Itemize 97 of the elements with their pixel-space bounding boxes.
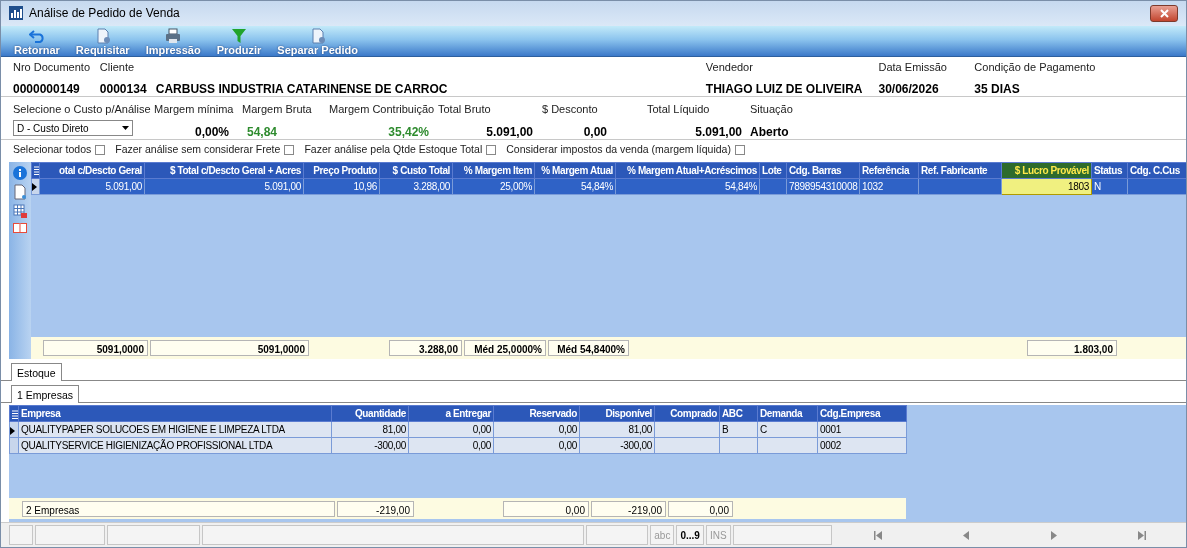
first-record-icon[interactable] xyxy=(874,530,883,540)
column-header[interactable]: % Margem Atual xyxy=(534,162,616,179)
column-header[interactable]: Quantidade xyxy=(331,405,409,422)
column-menu-icon[interactable] xyxy=(12,409,18,420)
column-header[interactable]: Cdg.Empresa xyxy=(817,405,907,422)
column-header[interactable]: Cdg. C.Cus xyxy=(1127,162,1186,179)
column-header[interactable]: Lote xyxy=(759,162,787,179)
column-header[interactable]: Reservado xyxy=(493,405,580,422)
column-header[interactable]: ABC xyxy=(719,405,758,422)
column-header[interactable]: otal c/Descto Geral xyxy=(39,162,145,179)
document-icon[interactable] xyxy=(13,183,27,200)
column-header[interactable]: Cdg. Barras xyxy=(786,162,860,179)
next-record-icon[interactable] xyxy=(1050,530,1059,540)
total-field: 1.803,00 xyxy=(1027,340,1117,357)
field-value: THIAGO LUIZ DE OLIVEIRA xyxy=(705,81,864,99)
total-field: Méd 25,0000% xyxy=(464,340,546,357)
total-field: 5091,0000 xyxy=(43,340,148,357)
field-value: 30/06/2026 xyxy=(878,81,940,99)
field-label: Condição de Pagamento xyxy=(974,59,1097,75)
field-label: Nro Documento xyxy=(13,59,92,75)
checkbox-label: Fazer análise sem considerar Frete xyxy=(115,142,281,158)
total-field: -219,00 xyxy=(591,500,666,517)
column-header[interactable]: % Margem Item xyxy=(452,162,535,179)
total-field: 0,00 xyxy=(668,500,733,517)
metric-label: Total Bruto xyxy=(438,101,492,117)
table-row[interactable]: 5.091,00 5.091,00 10,96 3.288,00 25,00% 54,84% 54,84% 7898954310008 1032 1803 N xyxy=(31,178,1186,195)
column-header[interactable]: $ Lucro Provável xyxy=(1001,162,1092,179)
metric-value: Aberto xyxy=(750,124,789,142)
metric-value: 5.091,00 xyxy=(694,124,743,142)
field-label: Data Emissão xyxy=(878,59,948,75)
filter-icon xyxy=(231,27,247,44)
checkbox-label: Selecionar todos xyxy=(13,142,92,158)
status-indicator: abc xyxy=(650,525,675,546)
column-header[interactable]: Empresa xyxy=(18,405,332,422)
total-field: -219,00 xyxy=(337,500,414,517)
status-indicator: INS xyxy=(705,525,731,546)
book-icon[interactable] xyxy=(13,221,27,234)
checkbox-label: Fazer análise pela Qtde Estoque Total xyxy=(304,142,483,158)
column-menu-icon[interactable] xyxy=(34,166,39,177)
column-header[interactable]: Disponível xyxy=(579,405,655,422)
field-label: Vendedor xyxy=(705,59,754,75)
metric-label: Margem Contribuição xyxy=(329,101,436,117)
dropdown-arrow-icon xyxy=(122,126,129,131)
grid-icon[interactable] xyxy=(13,203,27,218)
metric-value: 0,00 xyxy=(582,124,608,142)
close-icon xyxy=(1159,8,1169,18)
field-label: Cliente xyxy=(99,59,136,75)
info-icon[interactable] xyxy=(13,165,27,180)
column-header[interactable]: a Entregar xyxy=(408,405,494,422)
last-record-icon[interactable] xyxy=(1138,530,1147,540)
checkbox[interactable] xyxy=(486,144,497,155)
total-field: 2 Empresas xyxy=(22,500,335,517)
total-field: Méd 54,8400% xyxy=(548,340,629,357)
column-header[interactable]: Status xyxy=(1091,162,1128,179)
chart-icon xyxy=(9,6,23,21)
tab[interactable]: 1 Empresas xyxy=(11,385,80,404)
total-field: 5091,0000 xyxy=(150,340,309,357)
checkbox[interactable] xyxy=(284,144,295,155)
row-pointer-icon xyxy=(10,426,15,435)
column-header[interactable]: Ref. Fabricante xyxy=(918,162,1002,179)
checkbox-label: Considerar impostos da venda (margem líquida) xyxy=(506,142,731,158)
column-header[interactable]: Referência xyxy=(859,162,919,179)
column-header[interactable]: % Margem Atual+Acréscimos xyxy=(615,162,760,179)
document-icon xyxy=(309,27,326,44)
column-header[interactable]: $ Custo Total xyxy=(379,162,453,179)
undo-icon xyxy=(28,27,45,44)
field-label: Selecione o Custo p/Análise xyxy=(13,101,152,117)
metric-value: 0,00% xyxy=(193,124,230,142)
metric-label: Total Líquido xyxy=(647,101,711,117)
metric-label: $ Desconto xyxy=(542,101,599,117)
previous-record-icon[interactable] xyxy=(962,530,971,540)
column-header[interactable]: $ Total c/Descto Geral + Acres xyxy=(144,162,304,179)
metric-value: 35,42% xyxy=(387,124,430,142)
metric-label: Situação xyxy=(750,101,794,117)
field-value: 0000134 xyxy=(99,81,148,99)
printer-icon xyxy=(165,27,182,44)
document-icon xyxy=(94,27,111,44)
total-field: 3.288,00 xyxy=(389,340,462,357)
status-indicator: 0...9 xyxy=(676,525,704,546)
column-header[interactable]: Comprado xyxy=(654,405,720,422)
field-value: 0000000149 xyxy=(13,81,81,99)
checkbox[interactable] xyxy=(95,144,106,155)
total-field: 0,00 xyxy=(503,500,589,517)
field-value: 35 DIAS xyxy=(974,81,1021,99)
checkbox[interactable] xyxy=(734,144,745,155)
cost-dropdown[interactable]: D - Custo Direto xyxy=(13,120,133,137)
window-title: Análise de Pedido de Venda xyxy=(29,5,180,23)
metric-value: 5.091,00 xyxy=(485,124,534,142)
column-header[interactable]: Preço Produto xyxy=(303,162,380,179)
metric-value: 54,84 xyxy=(245,124,278,142)
row-pointer-icon xyxy=(32,183,37,192)
metric-label: Margem mínima xyxy=(154,101,235,117)
close-button[interactable] xyxy=(1150,4,1178,22)
tab[interactable]: Estoque xyxy=(11,363,62,382)
metric-label: Margem Bruta xyxy=(242,101,313,117)
field-value: CARBUSS INDUSTRIA CATARINENSE DE CARROC xyxy=(155,81,449,99)
column-header[interactable]: Demanda xyxy=(757,405,818,422)
